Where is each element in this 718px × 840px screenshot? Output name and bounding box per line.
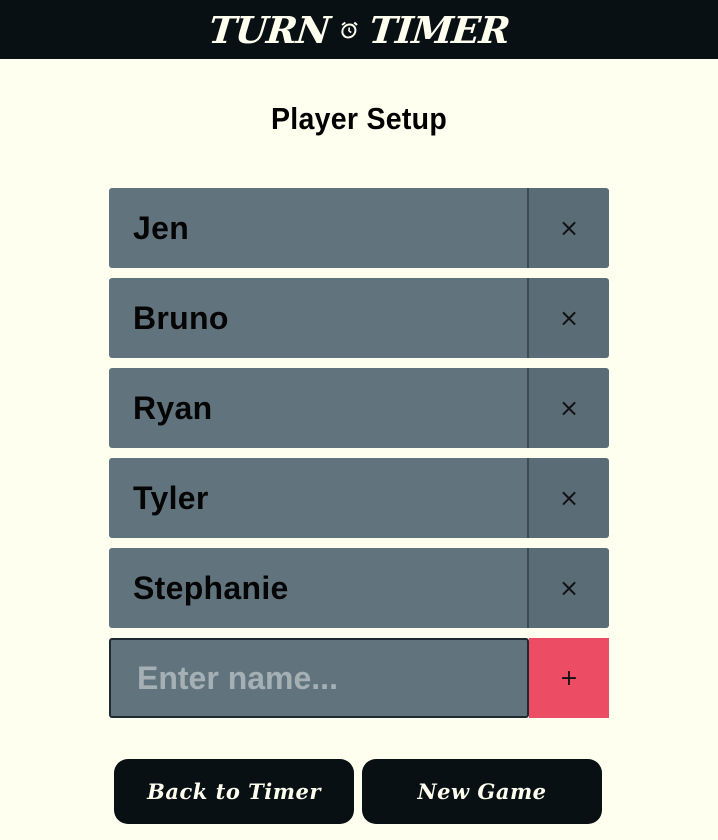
remove-player-button[interactable]: ×	[529, 458, 609, 538]
player-list: Jen × Bruno × Ryan × Tyler × Stephanie ×	[109, 188, 609, 638]
player-row: Jen ×	[109, 188, 609, 268]
player-name: Bruno	[109, 278, 529, 358]
app-logo: TURN TIMER	[207, 8, 512, 52]
player-row: Bruno ×	[109, 278, 609, 358]
back-to-timer-button[interactable]: Back to Timer	[114, 759, 354, 824]
new-game-button[interactable]: New Game	[362, 759, 602, 824]
player-row: Tyler ×	[109, 458, 609, 538]
logo-text-turn: TURN	[206, 7, 332, 52]
remove-player-button[interactable]: ×	[529, 368, 609, 448]
page-title: Player Setup	[270, 101, 448, 136]
remove-player-button[interactable]: ×	[529, 188, 609, 268]
remove-player-button[interactable]: ×	[529, 278, 609, 358]
logo-text-timer: TIMER	[367, 7, 512, 52]
remove-player-button[interactable]: ×	[529, 548, 609, 628]
app-header: TURN TIMER	[0, 0, 718, 59]
player-row: Ryan ×	[109, 368, 609, 448]
player-name: Jen	[109, 188, 529, 268]
alarm-clock-icon	[341, 21, 359, 38]
player-name: Tyler	[109, 458, 529, 538]
add-player-row: +	[109, 638, 609, 718]
player-name: Stephanie	[109, 548, 529, 628]
player-row: Stephanie ×	[109, 548, 609, 628]
add-player-button[interactable]: +	[529, 638, 609, 718]
player-name-input[interactable]	[109, 638, 529, 718]
player-name: Ryan	[109, 368, 529, 448]
